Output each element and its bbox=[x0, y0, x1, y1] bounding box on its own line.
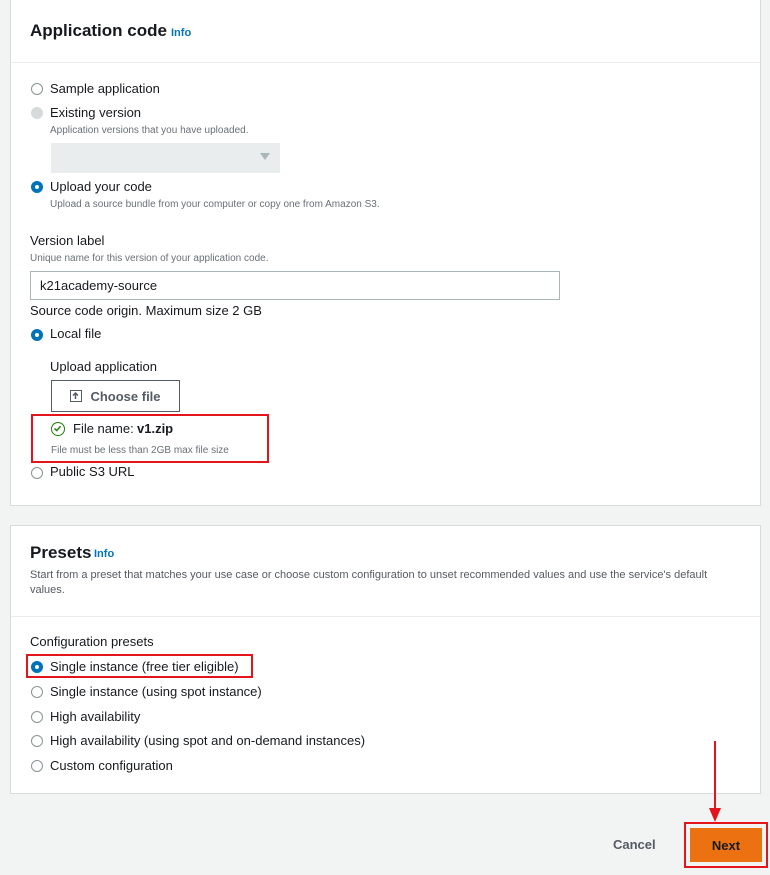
existing-version-select[interactable] bbox=[51, 143, 280, 173]
annotation-arrow-line bbox=[714, 741, 716, 811]
version-label-heading: Version label bbox=[30, 233, 105, 248]
upload-code-description: Upload a source bundle from your compute… bbox=[50, 199, 380, 210]
presets-info-link[interactable]: Info bbox=[94, 548, 114, 560]
sample-application-label: Sample application bbox=[50, 81, 160, 96]
preset-label-single-instance-spot: Single instance (using spot instance) bbox=[50, 684, 262, 699]
version-label-description: Unique name for this version of your app… bbox=[30, 253, 269, 264]
arrow-down-icon bbox=[709, 808, 721, 822]
upload-code-label: Upload your code bbox=[50, 179, 152, 194]
sample-application-radio[interactable] bbox=[31, 83, 43, 95]
cancel-button[interactable]: Cancel bbox=[613, 837, 656, 852]
preset-radio-custom-configuration[interactable] bbox=[31, 760, 43, 772]
upload-application-label: Upload application bbox=[50, 359, 157, 374]
existing-version-radio[interactable] bbox=[31, 107, 43, 119]
application-code-title: Application code bbox=[30, 21, 167, 40]
configuration-presets-label: Configuration presets bbox=[30, 634, 154, 649]
preset-label-custom-configuration: Custom configuration bbox=[50, 758, 173, 773]
file-name-value: v1.zip bbox=[137, 421, 174, 436]
existing-version-label: Existing version bbox=[50, 105, 142, 120]
public-s3-url-radio[interactable] bbox=[31, 467, 43, 479]
local-file-label: Local file bbox=[50, 326, 102, 341]
chevron-down-icon bbox=[260, 153, 270, 160]
preset-label-high-availability: High availability bbox=[50, 709, 141, 724]
preset-radio-single-instance[interactable] bbox=[31, 661, 43, 673]
preset-label-high-availability-spot: High availability (using spot and on-dem… bbox=[50, 733, 366, 748]
next-button[interactable]: Next bbox=[690, 828, 762, 862]
file-size-note: File must be less than 2GB max file size bbox=[51, 445, 229, 456]
upload-code-radio[interactable] bbox=[31, 181, 43, 193]
application-code-panel: Application code Info Sample application… bbox=[10, 0, 761, 506]
source-origin-label: Source code origin. Maximum size 2 GB bbox=[30, 303, 262, 318]
success-check-icon bbox=[51, 422, 65, 436]
presets-header: Presets Info Start from a preset that ma… bbox=[11, 526, 760, 617]
public-s3-url-label: Public S3 URL bbox=[50, 464, 135, 479]
preset-radio-high-availability-spot[interactable] bbox=[31, 735, 43, 747]
file-name-label: File name: bbox=[73, 421, 134, 436]
preset-label-single-instance: Single instance (free tier eligible) bbox=[50, 659, 239, 674]
preset-radio-high-availability[interactable] bbox=[31, 711, 43, 723]
application-code-info-link[interactable]: Info bbox=[171, 27, 191, 39]
upload-icon bbox=[70, 390, 83, 402]
choose-file-button[interactable]: Choose file bbox=[51, 380, 180, 412]
presets-description: Start from a preset that matches your us… bbox=[30, 569, 708, 596]
preset-radio-single-instance-spot[interactable] bbox=[31, 686, 43, 698]
version-label-input[interactable]: k21academy-source bbox=[30, 271, 560, 300]
choose-file-label: Choose file bbox=[90, 388, 161, 404]
presets-title: Presets bbox=[30, 543, 92, 562]
existing-version-description: Application versions that you have uploa… bbox=[50, 125, 249, 136]
local-file-radio[interactable] bbox=[31, 329, 43, 341]
application-code-header: Application code Info bbox=[11, 0, 760, 63]
presets-panel: Presets Info Start from a preset that ma… bbox=[10, 525, 761, 794]
